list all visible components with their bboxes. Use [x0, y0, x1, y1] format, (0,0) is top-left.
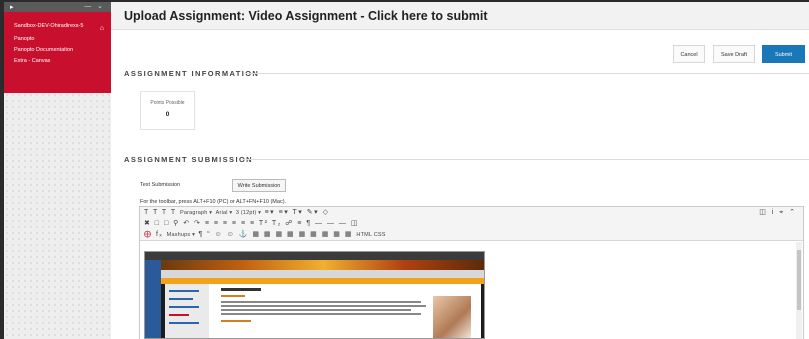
cancel-button[interactable]: Cancel [673, 45, 705, 63]
rich-text-editor[interactable]: T T T T Paragraph ▾ Arial ▾ 3 (12pt) ▾ ≡… [139, 206, 804, 339]
editor-content[interactable] [140, 242, 803, 339]
course-name[interactable]: Sandbox-DEV-Ohiradirexs-5 [14, 23, 84, 30]
embedded-screenshot-image [144, 251, 485, 339]
points-possible-label: Points Possible [150, 100, 185, 106]
add-content-icon[interactable]: ⨁ [144, 231, 153, 238]
mashups-menu[interactable]: Mashups [167, 232, 191, 238]
points-possible-value: 0 [165, 111, 170, 118]
editor-toolbar-row-1: T T T T Paragraph ▾ Arial ▾ 3 (12pt) ▾ ≡… [140, 207, 803, 218]
collapse-arrow-icon[interactable]: ▸ [10, 3, 14, 11]
assignment-information-heading: ASSIGNMENT INFORMATION [124, 69, 260, 78]
formula-icon[interactable]: fₓ [156, 231, 163, 238]
page-title: Upload Assignment: Video Assignment - Cl… [124, 9, 488, 23]
edit-align-icons[interactable]: ✖ □ □ ⚲ ↶ ↷ ≡ ≡ ≡ ≡ ≡ ≡ T² T₂ ☍ ≡ ¶ — — … [144, 219, 359, 227]
font-size-select[interactable]: 3 (12pt) [236, 210, 257, 216]
editor-toolbar-row-2: ✖ □ □ ⚲ ↶ ↷ ≡ ≡ ≡ ≡ ≡ ≡ T² T₂ ☍ ≡ ¶ — — … [140, 218, 803, 229]
editor-toolbar-row-3: ⨁ fₓ Mashups ▾ ¶ “ ☺ ☺ ⚓ ▦ ▦ ▦ ▦ ▦ ▦ ▦ ▦… [140, 229, 803, 241]
sidebar-controls-icon[interactable]: — ⌄ [84, 2, 105, 10]
text-submission-label: Text Submission [140, 182, 181, 188]
toolbar-hint: For the toolbar, press ALT+F10 (PC) or A… [140, 199, 287, 205]
text-format-icons[interactable]: T T T T [144, 209, 177, 216]
assignment-submission-heading: ASSIGNMENT SUBMISSION [124, 155, 253, 164]
sidebar-toolbar: ▸ — ⌄ [4, 2, 111, 12]
write-submission-button[interactable]: Write Submission [232, 179, 286, 192]
section-divider [242, 159, 809, 160]
course-menu: Sandbox-DEV-Ohiradirexs-5 ⌂ Panopto Pano… [4, 12, 111, 93]
paragraph-select[interactable]: Paragraph [180, 210, 208, 216]
editor-scrollbar[interactable] [796, 242, 802, 339]
font-select[interactable]: Arial [216, 210, 228, 216]
submit-button[interactable]: Submit [762, 45, 805, 63]
save-draft-button[interactable]: Save Draft [713, 45, 755, 63]
sidebar-item-panopto[interactable]: Panopto [14, 36, 111, 42]
list-and-color-icons[interactable]: ≡▾ ≡▾ T▾ ✎▾ ◇ [265, 209, 330, 216]
sidebar-item-extra-canvas[interactable]: Extra - Canvas [14, 58, 111, 64]
sidebar-item-panopto-documentation[interactable]: Panopto Documentation [14, 47, 111, 53]
insert-icons[interactable]: ¶ “ ☺ ☺ ⚓ ▦ ▦ ▦ ▦ ▦ ▦ ▦ ▦ ▦ [199, 231, 353, 238]
points-possible-box: Points Possible 0 [140, 91, 195, 130]
editor-top-right-icons[interactable]: ◫ i ⌖ ⌃ [759, 208, 797, 217]
scrollbar-thumb[interactable] [797, 250, 801, 310]
blackboard-window: ▸ — ⌄ Sandbox-DEV-Ohiradirexs-5 ⌂ Panopt… [4, 2, 809, 339]
course-sidebar: ▸ — ⌄ Sandbox-DEV-Ohiradirexs-5 ⌂ Panopt… [4, 2, 111, 339]
html-css-button[interactable]: HTML CSS [356, 232, 385, 238]
page-header: Upload Assignment: Video Assignment - Cl… [111, 2, 809, 30]
home-icon[interactable]: ⌂ [100, 25, 104, 32]
section-divider [244, 73, 809, 74]
